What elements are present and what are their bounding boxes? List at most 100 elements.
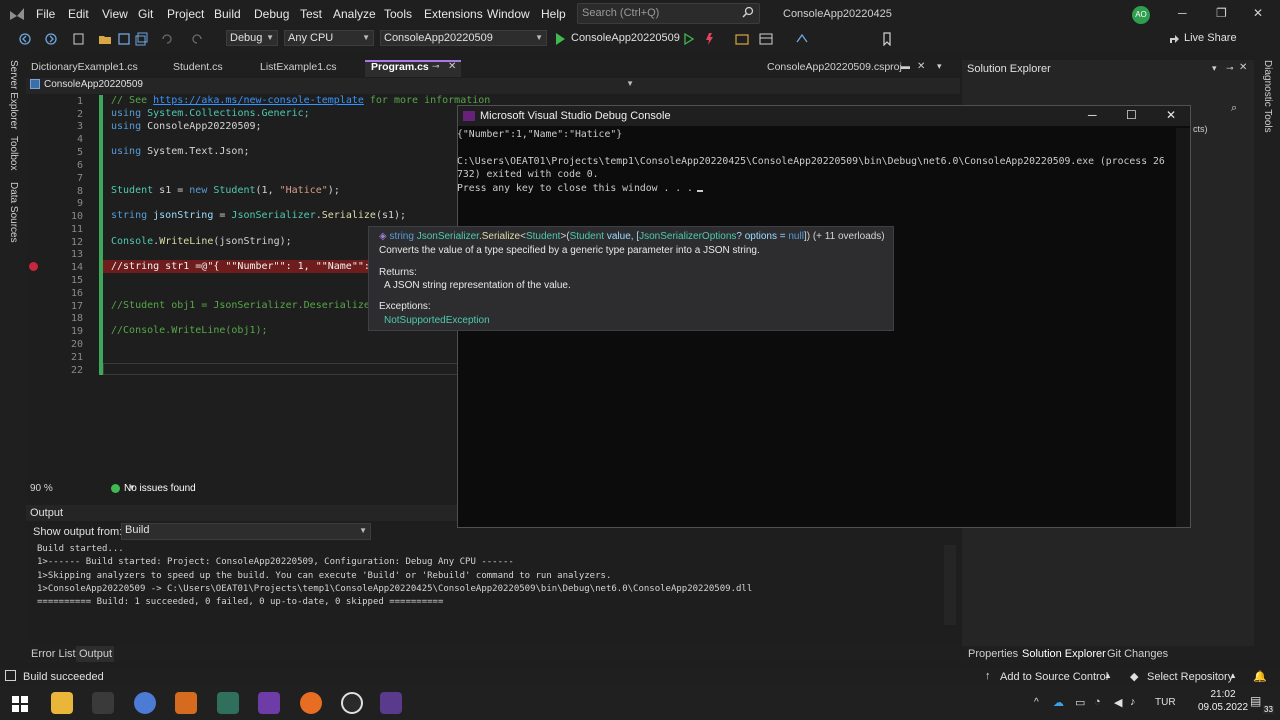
chevron-up-icon[interactable]: ^ — [1034, 697, 1039, 708]
minimize-icon[interactable]: ─ — [1178, 6, 1187, 20]
close-tab-icon[interactable]: ✕ — [917, 61, 925, 72]
new-item-icon[interactable] — [72, 32, 86, 46]
no-issues-label[interactable]: No issues found — [124, 483, 196, 494]
file-explorer-icon[interactable] — [51, 692, 73, 714]
wifi-icon[interactable]: ◔ — [1094, 696, 1101, 708]
close-icon[interactable]: ✕ — [1253, 6, 1263, 20]
save-icon[interactable] — [117, 32, 131, 46]
close-tab-icon[interactable]: ✕ — [448, 61, 456, 72]
forward-icon[interactable] — [44, 32, 58, 46]
menu-edit[interactable]: Edit — [68, 7, 89, 21]
volume-icon[interactable]: ◀ — [1114, 696, 1122, 709]
redo-icon[interactable] — [190, 32, 204, 46]
battery-icon[interactable]: ▭ — [1075, 696, 1085, 709]
maximize-icon[interactable]: ☐ — [1126, 108, 1137, 122]
onedrive-icon[interactable]: ☁ — [1053, 696, 1064, 709]
console-taskbar-icon[interactable] — [380, 692, 402, 714]
bookmark-icon[interactable] — [880, 32, 894, 46]
notification-bell-icon[interactable]: 🔔 — [1253, 670, 1267, 683]
visual-studio-taskbar-icon[interactable] — [258, 692, 280, 714]
output-source-select[interactable]: Build ▼ — [121, 523, 371, 540]
close-icon[interactable]: ✕ — [1166, 108, 1176, 122]
pin-icon[interactable]: ▬ — [901, 61, 910, 71]
minimize-icon[interactable]: ─ — [1088, 108, 1097, 122]
clock[interactable]: 21:02 09.05.2022 — [1193, 689, 1253, 713]
search-input[interactable]: Search (Ctrl+Q) — [577, 3, 760, 24]
tab-git-changes[interactable]: Git Changes — [1107, 648, 1168, 660]
add-to-source-control[interactable]: Add to Source Control — [1000, 671, 1108, 683]
data-sources-tab[interactable]: Data Sources — [8, 182, 19, 243]
tab-csproj[interactable]: ConsoleApp20220509.csproj — [767, 61, 902, 73]
menu-tools[interactable]: Tools — [384, 7, 412, 21]
back-icon[interactable] — [18, 32, 32, 46]
startup-project-select[interactable]: ConsoleApp20220509 ▼ — [380, 30, 547, 46]
menu-help[interactable]: Help — [541, 7, 566, 21]
save-all-icon[interactable] — [135, 32, 149, 46]
language-indicator[interactable]: TUR — [1155, 697, 1176, 708]
hot-reload-icon[interactable] — [702, 32, 716, 46]
diagnostic-tools-tab[interactable]: Diagnostic Tools — [1262, 60, 1273, 133]
tab-dictionaryexample1[interactable]: DictionaryExample1.cs — [31, 61, 138, 73]
console-app-icon — [463, 111, 475, 121]
tab-listexample1[interactable]: ListExample1.cs — [260, 61, 336, 73]
tab-student[interactable]: Student.cs — [173, 61, 223, 73]
undo-icon[interactable] — [160, 32, 174, 46]
menu-window[interactable]: Window — [487, 7, 530, 21]
configuration-select[interactable]: Debug ▼ — [226, 30, 278, 46]
toolbox-tab[interactable]: Toolbox — [8, 136, 19, 170]
platform-select[interactable]: Any CPU ▼ — [284, 30, 374, 46]
browser-link-icon[interactable] — [735, 32, 749, 46]
screen-recorder-icon[interactable] — [217, 692, 239, 714]
code-line-1: // See https://aka.ms/new-console-templa… — [111, 95, 491, 106]
menu-git[interactable]: Git — [138, 7, 153, 21]
layout-icon[interactable] — [759, 32, 773, 46]
chevron-down-icon[interactable]: ▾ — [1212, 63, 1217, 74]
server-explorer-tab[interactable]: Server Explorer — [8, 60, 19, 129]
tab-output[interactable]: Output — [79, 648, 112, 660]
method-icon: ◈ — [379, 231, 390, 242]
chevron-down-icon: ▼ — [535, 33, 543, 42]
run-label: ConsoleApp20220509 — [571, 32, 680, 44]
output-scrollbar[interactable] — [944, 545, 956, 625]
settings-icon[interactable] — [92, 692, 114, 714]
tab-program[interactable]: Program.cs — [371, 61, 429, 73]
speaker-icon[interactable]: ♪ — [1130, 696, 1136, 708]
chat-icon[interactable] — [134, 692, 156, 714]
line-number: 5 — [76, 147, 83, 158]
zoom-level[interactable]: 90 % — [30, 483, 53, 494]
code-line-17: //Student obj1 = JsonSerializer.Deserial… — [111, 300, 382, 311]
start-without-debugging-icon[interactable] — [682, 32, 696, 46]
pin-icon[interactable]: ⊸ — [1226, 63, 1234, 74]
tab-overflow-icon[interactable]: ▾ — [937, 61, 942, 72]
step-icon[interactable] — [795, 32, 809, 46]
notification-center-icon[interactable]: ▤ — [1250, 694, 1261, 708]
obs-icon[interactable] — [341, 692, 363, 714]
menu-project[interactable]: Project — [167, 7, 204, 21]
tab-error-list[interactable]: Error List — [31, 648, 76, 660]
menu-build[interactable]: Build — [214, 7, 241, 21]
console-scrollbar[interactable] — [1176, 128, 1190, 527]
menu-extensions[interactable]: Extensions — [424, 7, 483, 21]
avatar[interactable]: AO — [1132, 6, 1150, 24]
menu-analyze[interactable]: Analyze — [333, 7, 376, 21]
menu-view[interactable]: View — [102, 7, 128, 21]
exception-link[interactable]: NotSupportedException — [384, 315, 490, 326]
output-line: ========== Build: 1 succeeded, 0 failed,… — [37, 597, 444, 607]
firefox-icon[interactable] — [300, 692, 322, 714]
search-icon[interactable]: ⌕ — [1231, 102, 1237, 115]
close-icon[interactable]: ✕ — [1239, 62, 1247, 73]
sublime-icon[interactable] — [175, 692, 197, 714]
tab-properties[interactable]: Properties — [968, 648, 1018, 660]
start-debugging-button[interactable]: ConsoleApp20220509 — [556, 31, 680, 47]
open-folder-icon[interactable] — [98, 32, 112, 46]
select-repository[interactable]: Select Repository — [1147, 671, 1233, 683]
pin-icon[interactable]: ⊸ — [432, 61, 440, 72]
project-navigation-select[interactable]: ConsoleApp20220509 ▼ — [30, 79, 634, 93]
menu-test[interactable]: Test — [300, 7, 322, 21]
menu-debug[interactable]: Debug — [254, 7, 289, 21]
menu-file[interactable]: File — [36, 7, 55, 21]
line-number: 4 — [76, 134, 83, 145]
windows-start-icon[interactable] — [12, 696, 28, 712]
restore-icon[interactable]: ❐ — [1216, 6, 1227, 20]
tab-solution-explorer[interactable]: Solution Explorer — [1022, 648, 1106, 660]
